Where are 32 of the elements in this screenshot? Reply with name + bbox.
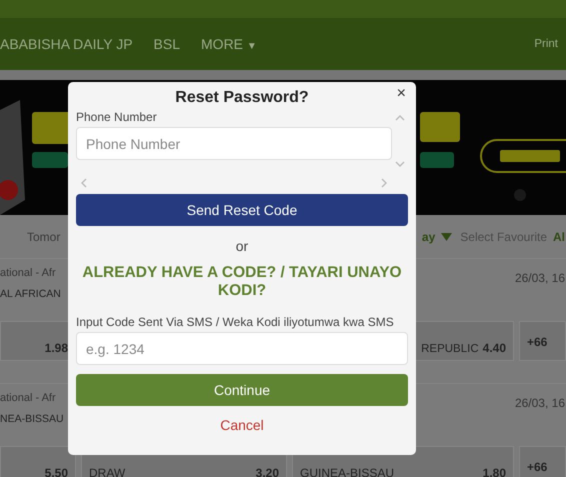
field-label: Phone Number <box>76 110 158 124</box>
continue-button[interactable]: Continue <box>76 374 408 406</box>
dialog-title: Reset Password? <box>175 88 309 108</box>
match-time: 26/03, 16 <box>514 271 565 285</box>
league-name: ational - Afr <box>0 392 57 404</box>
section-heading: ALREADY HAVE A CODE? / TAYARI UNAYO KODI? <box>81 264 403 300</box>
scroll-right-icon[interactable] <box>381 178 388 188</box>
team-name: AL AFRICAN <box>0 288 61 300</box>
cancel-link[interactable]: Cancel <box>220 417 264 433</box>
close-button[interactable]: × <box>394 86 408 102</box>
phone-number-field[interactable]: Phone Number <box>76 127 392 160</box>
code-field[interactable]: e.g. 1234 <box>76 332 408 365</box>
league-name: ational - Afr <box>0 267 57 279</box>
nav-link[interactable]: BSL <box>154 36 180 52</box>
date-tab[interactable]: Tomor <box>27 230 60 244</box>
scroll-left-icon[interactable] <box>80 178 87 188</box>
scroll-down-icon[interactable] <box>395 161 405 168</box>
nav-link[interactable]: ABABISHA DAILY JP <box>0 36 133 52</box>
day-filter[interactable]: ay <box>422 230 436 244</box>
all-filter[interactable]: Al <box>553 230 565 244</box>
separator-text: or <box>234 238 250 254</box>
odds-button[interactable]: 5.50 <box>0 446 76 477</box>
field-label: Input Code Sent Via SMS / Weka Kodi iliyotumwa kwa SMS <box>76 315 395 329</box>
caret-icon <box>441 232 452 240</box>
nav-dropdown[interactable]: MORE ▼ <box>201 36 257 52</box>
more-markets-button[interactable]: +66 <box>519 446 566 477</box>
match-time: 26/03, 16 <box>514 396 565 410</box>
scroll-up-icon[interactable] <box>395 114 405 121</box>
nav-link[interactable]: Print <box>534 38 558 50</box>
send-code-button[interactable]: Send Reset Code <box>76 194 408 226</box>
more-markets-button[interactable]: +66 <box>519 321 566 361</box>
team-name: NEA-BISSAU <box>0 413 64 425</box>
